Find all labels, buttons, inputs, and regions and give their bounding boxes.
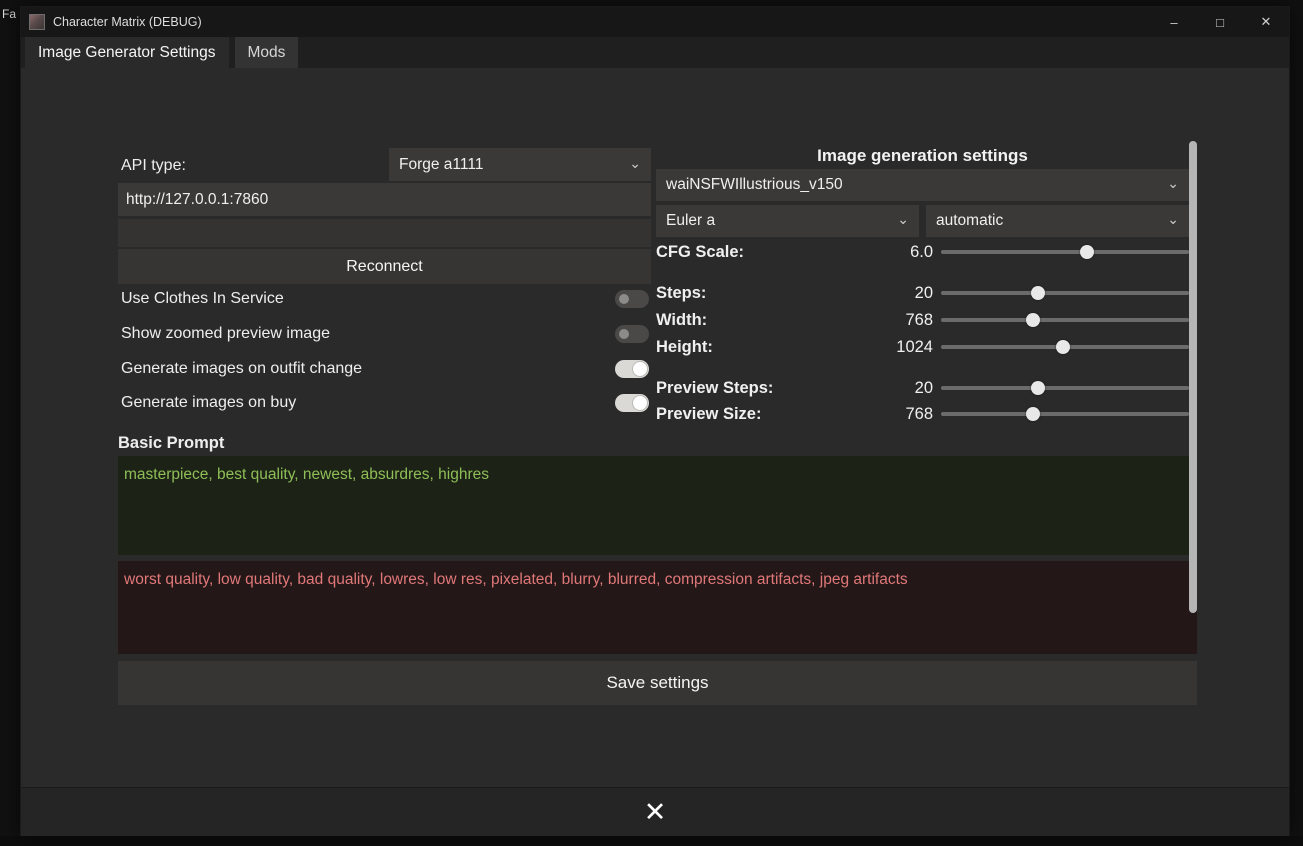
slider-row-preview-size: Preview Size: 768 [656, 401, 1189, 427]
slider-row-preview-steps: Preview Steps: 20 [656, 375, 1189, 401]
slider-row-height: Height: 1024 [656, 334, 1189, 360]
toggle-label: Generate images on buy [121, 394, 297, 411]
character-matrix-window: Character Matrix (DEBUG) – □ ✕ Image Gen… [20, 6, 1290, 836]
toggle-row-generate-on-buy: Generate images on buy [121, 388, 649, 418]
slider-value: 20 [914, 378, 933, 397]
cfg-scale-slider[interactable] [941, 245, 1189, 259]
scrollbar-thumb[interactable] [1189, 141, 1197, 613]
slider-value: 1024 [896, 337, 933, 356]
steps-slider[interactable] [941, 286, 1189, 300]
background-app-text: Fa [2, 7, 17, 21]
toggle-row-zoomed-preview: Show zoomed preview image [121, 319, 649, 349]
window-controls: – □ ✕ [1151, 7, 1289, 37]
chevron-down-icon: ⌄ [629, 154, 641, 171]
toggle-row-generate-on-outfit: Generate images on outfit change [121, 354, 649, 384]
model-value: waiNSFWIllustrious_v150 [666, 176, 843, 193]
height-slider[interactable] [941, 340, 1189, 354]
slider-label: CFG Scale: [656, 242, 745, 261]
minimize-button[interactable]: – [1151, 7, 1197, 37]
scheduler-value: automatic [936, 212, 1004, 229]
app-icon [29, 14, 45, 30]
api-type-select[interactable]: Forge a1111 ⌄ [389, 148, 651, 181]
close-button[interactable]: ✕ [1243, 7, 1289, 37]
slider-row-steps: Steps: 20 [656, 280, 1189, 306]
slider-label: Preview Steps: [656, 378, 774, 397]
slider-label: Width: [656, 310, 708, 329]
chevron-down-icon: ⌄ [1167, 211, 1179, 227]
slider-thumb[interactable] [1025, 313, 1040, 327]
positive-prompt[interactable]: masterpiece, best quality, newest, absur… [118, 456, 1197, 555]
basic-prompt-label: Basic Prompt [118, 434, 225, 452]
generate-on-buy-toggle[interactable] [615, 394, 649, 412]
preview-steps-slider[interactable] [941, 381, 1189, 395]
chevron-down-icon: ⌄ [1167, 175, 1179, 191]
generate-on-outfit-toggle[interactable] [615, 360, 649, 378]
slider-value: 768 [905, 404, 933, 423]
toggle-knob [619, 329, 629, 339]
toggle-row-use-clothes: Use Clothes In Service [121, 284, 649, 314]
sampler-select[interactable]: Euler a ⌄ [656, 205, 919, 237]
preview-size-slider[interactable] [941, 407, 1189, 421]
tab-image-generator-settings[interactable]: Image Generator Settings [25, 37, 229, 68]
api-type-label: API type: [121, 157, 186, 174]
slider-value: 768 [905, 310, 933, 329]
zoomed-preview-toggle[interactable] [615, 325, 649, 343]
slider-value: 6.0 [910, 242, 933, 261]
api-url-value: http://127.0.0.1:7860 [126, 190, 269, 208]
slider-row-width: Width: 768 [656, 307, 1189, 333]
slider-thumb[interactable] [1030, 286, 1045, 300]
api-url-input[interactable]: http://127.0.0.1:7860 [118, 183, 651, 216]
slider-row-cfg-scale: CFG Scale: 6.0 [656, 239, 1189, 265]
footer-bar: ✕ [21, 787, 1289, 836]
footer-close-icon[interactable]: ✕ [644, 798, 667, 826]
use-clothes-toggle[interactable] [615, 290, 649, 308]
toggle-knob [619, 294, 629, 304]
toggle-label: Show zoomed preview image [121, 325, 330, 342]
api-type-value: Forge a1111 [399, 155, 484, 173]
slider-label: Preview Size: [656, 404, 762, 423]
image-generation-settings-heading: Image generation settings [817, 146, 1028, 165]
slider-thumb[interactable] [1025, 407, 1040, 421]
sampler-value: Euler a [666, 212, 716, 229]
model-select[interactable]: waiNSFWIllustrious_v150 ⌄ [656, 169, 1189, 201]
toggle-knob [632, 395, 648, 411]
toggle-label: Use Clothes In Service [121, 290, 284, 307]
slider-label: Height: [656, 337, 713, 356]
chevron-down-icon: ⌄ [897, 211, 909, 227]
maximize-button[interactable]: □ [1197, 7, 1243, 37]
toggle-label: Generate images on outfit change [121, 360, 363, 377]
width-slider[interactable] [941, 313, 1189, 327]
save-settings-button[interactable]: Save settings [118, 661, 1197, 705]
slider-thumb[interactable] [1055, 340, 1070, 354]
reconnect-button[interactable]: Reconnect [118, 249, 651, 284]
slider-thumb[interactable] [1030, 381, 1045, 395]
title-bar: Character Matrix (DEBUG) – □ ✕ [21, 7, 1289, 37]
toggle-knob [632, 361, 648, 377]
background-app-strip [0, 836, 1303, 846]
tab-bar: Image Generator Settings Mods [21, 37, 1289, 68]
window-title: Character Matrix (DEBUG) [53, 15, 202, 29]
slider-thumb[interactable] [1080, 245, 1095, 259]
scheduler-select[interactable]: automatic ⌄ [926, 205, 1189, 237]
tab-mods[interactable]: Mods [234, 37, 299, 68]
api-extra-input[interactable] [118, 219, 651, 247]
negative-prompt[interactable]: worst quality, low quality, bad quality,… [118, 561, 1197, 654]
slider-value: 20 [914, 283, 933, 302]
slider-label: Steps: [656, 283, 707, 302]
